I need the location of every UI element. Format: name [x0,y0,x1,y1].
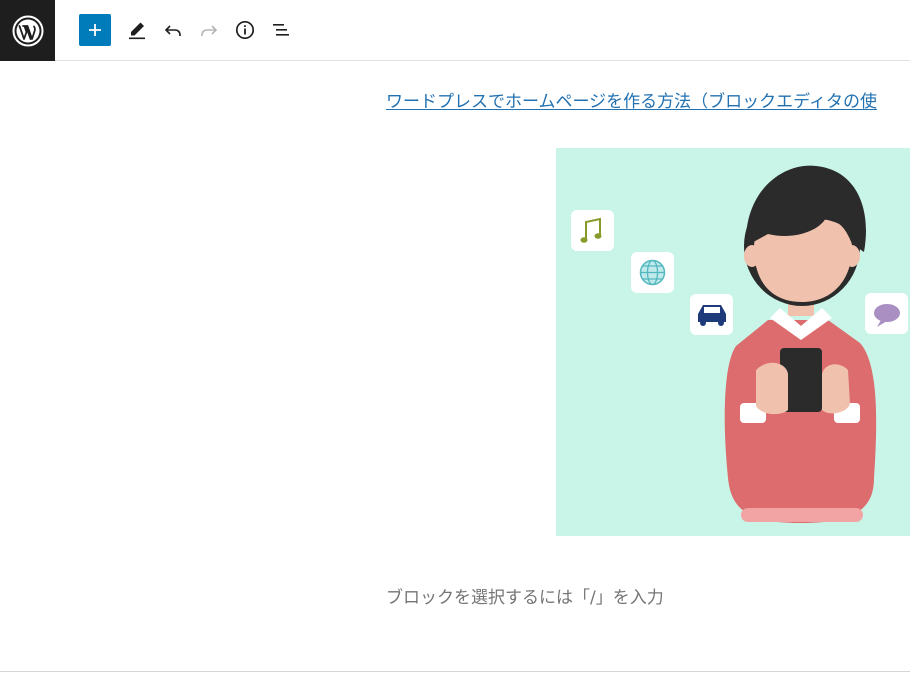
list-view-icon [273,24,289,36]
wordpress-logo-button[interactable] [0,0,55,61]
wordpress-icon [12,15,43,46]
redo-button[interactable] [193,14,225,46]
list-view-button[interactable] [265,14,297,46]
undo-button[interactable] [157,14,189,46]
article-link[interactable]: ワードプレスでホームページを作る方法（ブロックエディタの使 [386,87,910,112]
globe-icon [631,252,674,293]
image-block[interactable] [556,148,910,536]
block-placeholder[interactable]: ブロックを選択するには「/」を入力 [386,583,664,608]
person-with-smartphone-illustration [556,148,910,536]
info-icon [235,20,255,40]
plus-icon [89,24,101,36]
editor-toolbar [0,0,910,61]
add-block-button[interactable] [79,14,111,46]
car-icon [690,294,733,335]
details-button[interactable] [229,14,261,46]
tools-button[interactable] [121,14,153,46]
pencil-icon [129,22,145,40]
divider [0,671,910,672]
speech-bubble-icon [865,293,908,334]
redo-icon [201,25,218,36]
music-note-icon [571,210,614,251]
undo-icon [164,25,181,36]
